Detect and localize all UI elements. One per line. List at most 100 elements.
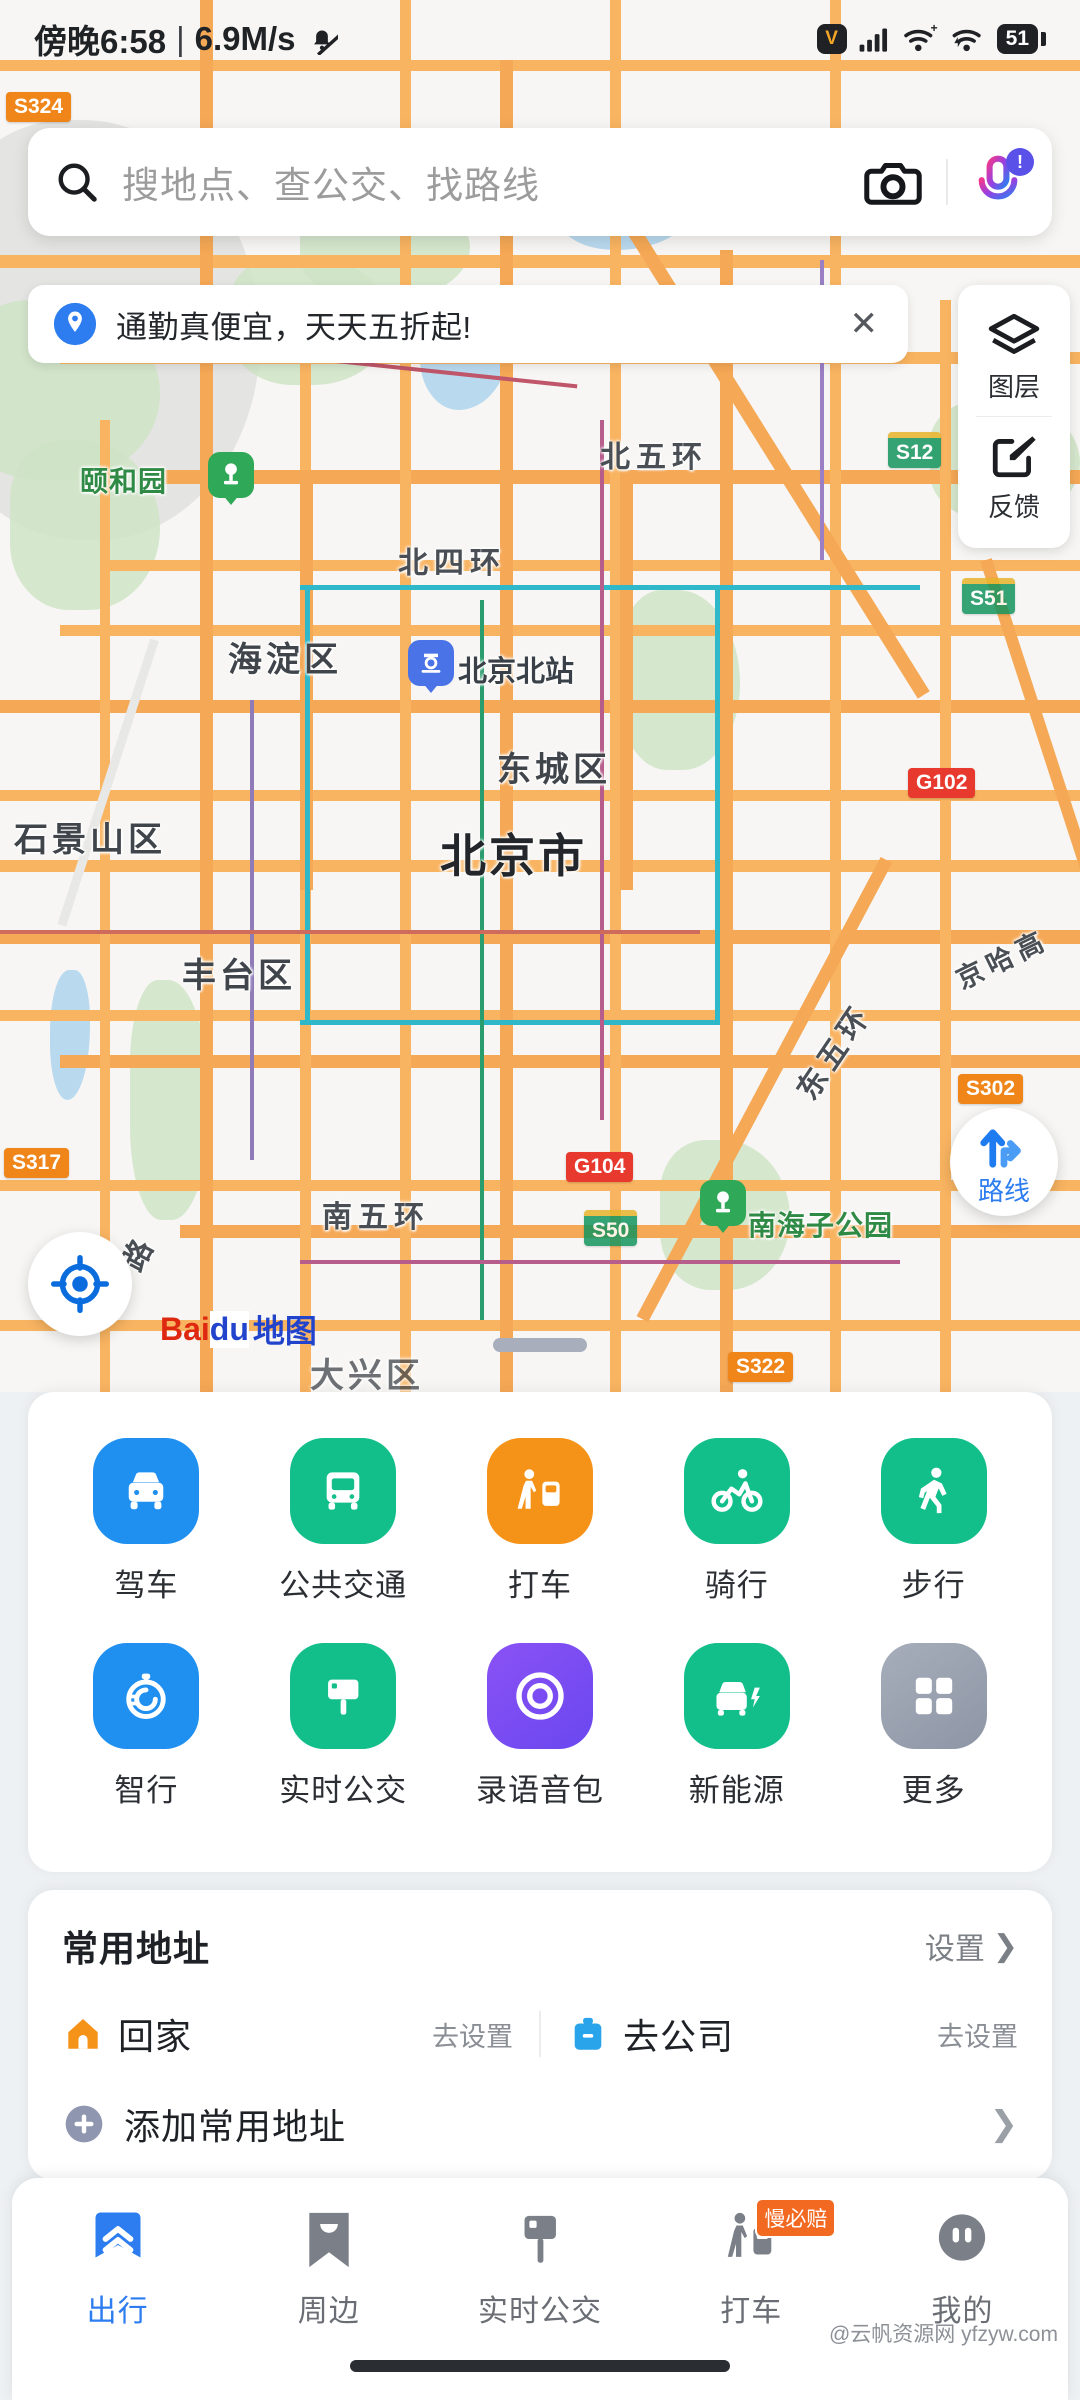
nav-item-travel-label: 出行 (86, 2295, 149, 2328)
locate-button[interactable] (28, 1232, 132, 1336)
chevron-right-icon: ❯ (989, 2105, 1019, 2143)
map-label-nanwuhuan: 南五环 (322, 1201, 430, 1234)
grid-more-icon (880, 1643, 987, 1749)
record-ring-icon (486, 1643, 593, 1749)
map-label-beijing-north-station: 北京北站 (458, 656, 575, 688)
poi-pin-nanhaizi-park[interactable] (700, 1180, 746, 1234)
addresses-settings-label: 设置 (924, 1933, 985, 1966)
mode-walking-label: 步行 (901, 1568, 966, 1603)
search-input[interactable]: 搜地点、查公交、找路线 (54, 155, 862, 209)
mode-smart-travel[interactable]: 智行 (48, 1631, 245, 1836)
status-bar-right: V + 51 (816, 24, 1046, 54)
map-label-fengtai: 丰台区 (182, 957, 296, 995)
park-tree-icon (224, 463, 238, 485)
road (0, 255, 1080, 268)
search-placeholder: 搜地点、查公交、找路线 (122, 165, 540, 206)
mode-new-energy[interactable]: 新能源 (638, 1631, 835, 1836)
home-icon (68, 2018, 98, 2049)
map-label-beiwuhuan: 北五环 (600, 441, 708, 474)
nav-item-nearby-label: 周边 (297, 2295, 360, 2328)
search-divider (946, 159, 948, 205)
mode-cycling[interactable]: 骑行 (638, 1426, 835, 1631)
shield-s322[interactable]: S322 (728, 1352, 794, 1382)
shield-g104[interactable]: G104 (566, 1152, 634, 1182)
train-icon (421, 653, 441, 673)
shield-s51[interactable]: S51 (962, 578, 1016, 614)
subway-line (300, 1260, 900, 1264)
mode-record-voice[interactable]: 录语音包 (442, 1631, 639, 1836)
map-label-yiheyuan: 颐和园 (80, 466, 168, 497)
feedback-label: 反馈 (987, 492, 1040, 522)
plus-circle-icon (65, 2105, 103, 2143)
signal-icon (859, 28, 887, 52)
search-icon (58, 163, 97, 202)
mode-transit[interactable]: 公共交通 (245, 1426, 442, 1631)
frequent-addresses-card: 常用地址 设置 ❯ 回家 去设置 去公司 去设置 添加常用地址 ❯ (28, 1890, 1052, 2180)
address-home[interactable]: 回家 去设置 (62, 2008, 513, 2060)
shield-s302[interactable]: S302 (958, 1074, 1024, 1104)
shield-s317[interactable]: S317 (4, 1148, 70, 1178)
search-bar[interactable]: 搜地点、查公交、找路线 ! (28, 128, 1052, 236)
add-address-row[interactable]: 添加常用地址 ❯ (62, 2098, 1018, 2150)
mode-transit-label: 公共交通 (279, 1568, 408, 1603)
camera-icon[interactable] (862, 155, 924, 209)
road (60, 1055, 1080, 1068)
baidu-logo: Bai du 地图 (160, 1306, 317, 1352)
mode-realtime-bus[interactable]: 实时公交 (245, 1631, 442, 1836)
addresses-row: 回家 去设置 去公司 去设置 (62, 2008, 1018, 2060)
map-label-nanhaizi-park: 南海子公园 (748, 1210, 894, 1241)
watermark: @云帆资源网 yfzyw.com (828, 2323, 1058, 2346)
road (0, 1180, 1080, 1191)
feedback-button[interactable]: 反馈 (958, 417, 1070, 536)
bell-muted-icon (313, 30, 338, 55)
add-address-label: 添加常用地址 (124, 2106, 347, 2147)
addresses-header: 常用地址 设置 ❯ (62, 1920, 1018, 1972)
shield-s50[interactable]: S50 (584, 1210, 638, 1246)
shield-s324[interactable]: S324 (6, 92, 72, 122)
stopwatch-icon (93, 1643, 200, 1749)
shield-s12[interactable]: S12 (888, 432, 942, 468)
mode-walking[interactable]: 步行 (835, 1426, 1032, 1631)
nav-item-travel[interactable]: 出行 (12, 2204, 223, 2400)
road (60, 625, 1080, 636)
mic-alert-badge: ! (1006, 148, 1034, 176)
address-home-label: 回家 (118, 2016, 193, 2057)
mode-smart-travel-label: 智行 (114, 1773, 179, 1808)
promo-banner[interactable]: 通勤真便宜，天天五折起! ✕ (28, 285, 908, 363)
layers-button[interactable]: 图层 (958, 297, 1070, 416)
locate-crosshair-icon (51, 1255, 109, 1313)
address-work[interactable]: 去公司 去设置 (567, 2008, 1018, 2060)
road (100, 560, 1080, 571)
mode-more[interactable]: 更多 (835, 1631, 1032, 1836)
road (500, 60, 513, 1392)
mode-taxi[interactable]: 打车 (442, 1426, 639, 1631)
map-label-shijingshan: 石景山区 (14, 821, 166, 859)
nav-item-realtime-bus-label: 实时公交 (478, 2295, 602, 2328)
shield-g102[interactable]: G102 (908, 768, 976, 798)
voice-search-button[interactable]: ! (970, 148, 1034, 210)
mode-drive-label: 驾车 (114, 1568, 179, 1603)
route-button[interactable]: 路线 (950, 1108, 1058, 1216)
address-work-action[interactable]: 去设置 (937, 2015, 1018, 2054)
home-indicator[interactable] (350, 2360, 730, 2372)
addresses-settings-link[interactable]: 设置 ❯ (925, 1924, 1018, 1968)
route-arrow-icon (980, 1128, 1021, 1168)
poi-pin-train-station[interactable] (408, 640, 454, 694)
baidu-logo-ditu: 地图 (252, 1313, 317, 1349)
map-label-beisihuan: 北四环 (398, 547, 506, 580)
status-bar-left: 傍晚6:58 | 6.9M/s (34, 15, 338, 63)
status-bar: 傍晚6:58 | 6.9M/s V + 51 (0, 0, 1080, 78)
panel-drag-handle[interactable] (493, 1338, 587, 1352)
close-icon[interactable]: ✕ (844, 304, 885, 344)
taxi-promo-badge: 慢必赔 (755, 2198, 837, 2238)
nav-item-profile[interactable]: 我的 (857, 2204, 1068, 2400)
mode-drive[interactable]: 驾车 (48, 1426, 245, 1631)
address-home-action[interactable]: 去设置 (432, 2015, 513, 2054)
walk-icon (880, 1438, 987, 1544)
battery-cap-icon (1041, 32, 1046, 46)
map-label-dongcheng: 东城区 (497, 751, 611, 789)
hail-taxi-icon (486, 1438, 593, 1544)
poi-pin-park[interactable] (208, 452, 254, 506)
map-tools-panel[interactable]: 图层 反馈 (958, 285, 1070, 548)
addresses-title: 常用地址 (62, 1928, 211, 1969)
